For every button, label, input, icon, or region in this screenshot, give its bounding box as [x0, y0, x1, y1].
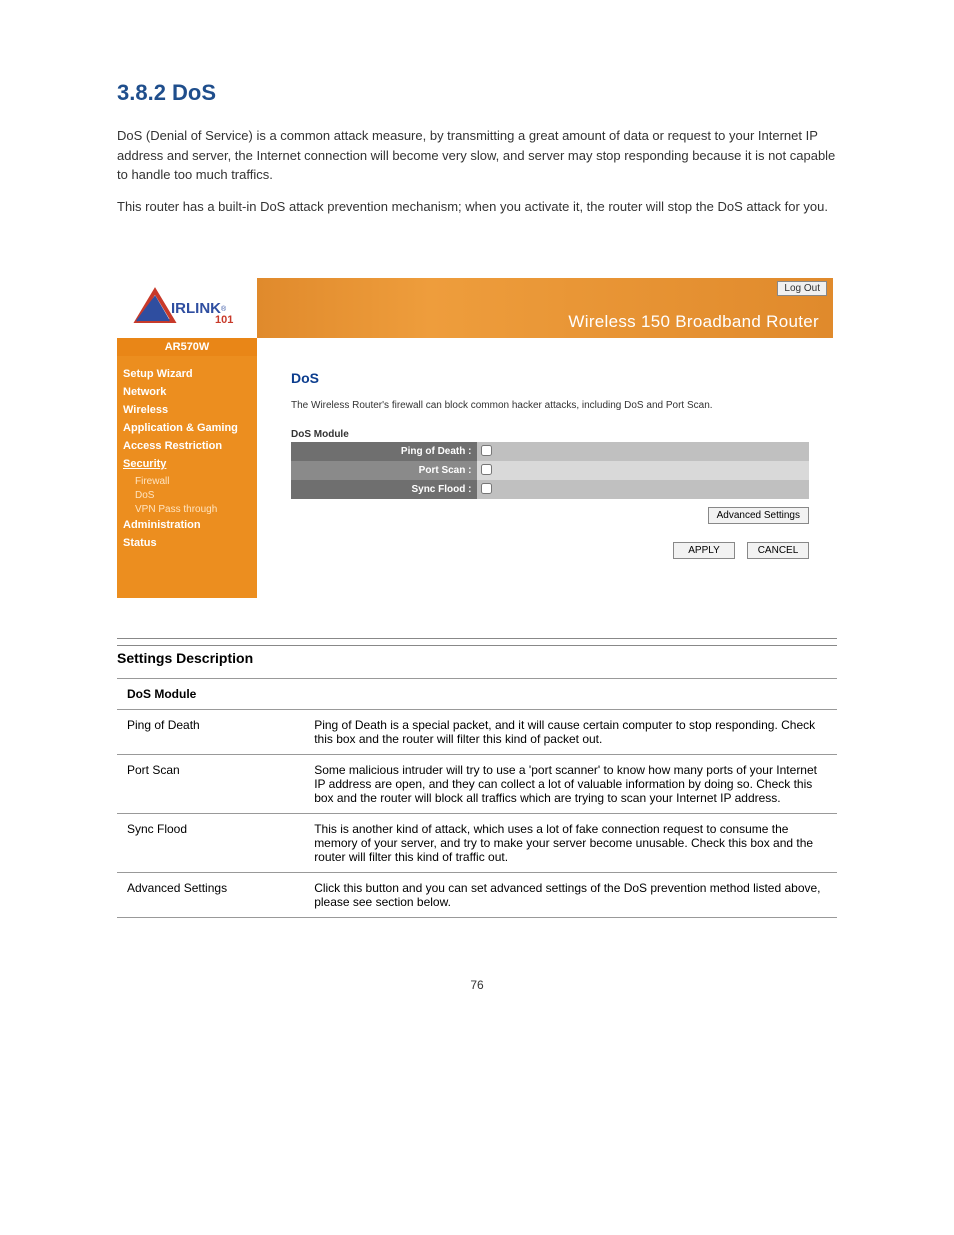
- nav-setup-wizard[interactable]: Setup Wizard: [123, 368, 251, 380]
- content-title: DoS: [291, 370, 809, 386]
- row-ping-label: Ping of Death :: [291, 442, 477, 461]
- nav-wireless[interactable]: Wireless: [123, 404, 251, 416]
- advanced-settings-button[interactable]: Advanced Settings: [708, 507, 809, 524]
- sync-flood-checkbox[interactable]: [481, 483, 492, 494]
- row-portscan-label: Port Scan :: [291, 461, 477, 480]
- svg-text:IRLINK: IRLINK: [171, 300, 221, 317]
- router-title: Wireless 150 Broadband Router: [568, 312, 819, 332]
- nav-administration[interactable]: Administration: [123, 519, 251, 531]
- doc-heading: 3.8.2 DoS: [117, 80, 837, 106]
- svg-text:®: ®: [221, 305, 227, 313]
- header-bar: Log Out Wireless 150 Broadband Router: [257, 278, 833, 338]
- airlink-logo-icon: IRLINK ® 101: [127, 283, 247, 333]
- router-screenshot: IRLINK ® 101 Log Out Wireless 150 Broadb…: [117, 278, 833, 598]
- th-module: DoS Module: [117, 679, 304, 710]
- row-syncflood-label: Sync Flood :: [291, 480, 477, 499]
- cell-adv-label: Advanced Settings: [117, 873, 304, 918]
- cell-adv-desc: Click this button and you can set advanc…: [304, 873, 837, 918]
- doc-intro-1: DoS (Denial of Service) is a common atta…: [117, 126, 837, 185]
- cancel-button[interactable]: CANCEL: [747, 542, 809, 559]
- nav-status[interactable]: Status: [123, 537, 251, 549]
- cell-syncflood-label: Sync Flood: [117, 814, 304, 873]
- cell-ping-desc: Ping of Death is a special packet, and i…: [304, 710, 837, 755]
- svg-text:101: 101: [215, 314, 233, 326]
- nav-access-restriction[interactable]: Access Restriction: [123, 440, 251, 452]
- doc-intro-2: This router has a built-in DoS attack pr…: [117, 197, 837, 217]
- page-number: 76: [117, 978, 837, 992]
- nav-security[interactable]: Security: [123, 458, 251, 470]
- nav-application-gaming[interactable]: Application & Gaming: [123, 422, 251, 434]
- logo-area: IRLINK ® 101: [117, 278, 257, 338]
- settings-heading: Settings Description: [117, 645, 837, 666]
- dos-settings-table: Ping of Death : Port Scan : Sync Flood :: [291, 442, 809, 499]
- cell-portscan-label: Port Scan: [117, 755, 304, 814]
- settings-description-table: DoS Module Ping of Death Ping of Death i…: [117, 678, 837, 918]
- subnav-dos[interactable]: DoS: [135, 490, 251, 501]
- module-label: DoS Module: [291, 429, 809, 440]
- port-scan-checkbox[interactable]: [481, 464, 492, 475]
- th-desc: [304, 679, 837, 710]
- cell-syncflood-desc: This is another kind of attack, which us…: [304, 814, 837, 873]
- model-badge: AR570W: [117, 338, 257, 356]
- content-desc: The Wireless Router's firewall can block…: [291, 400, 809, 411]
- sidebar: AR570W Setup Wizard Network Wireless App…: [117, 338, 257, 598]
- ping-of-death-checkbox[interactable]: [481, 445, 492, 456]
- nav-network[interactable]: Network: [123, 386, 251, 398]
- content-area: DoS The Wireless Router's firewall can b…: [257, 338, 833, 598]
- apply-button[interactable]: APPLY: [673, 542, 735, 559]
- logout-button[interactable]: Log Out: [777, 281, 827, 296]
- cell-ping-label: Ping of Death: [117, 710, 304, 755]
- subnav-vpn[interactable]: VPN Pass through: [135, 504, 251, 515]
- subnav-firewall[interactable]: Firewall: [135, 476, 251, 487]
- cell-portscan-desc: Some malicious intruder will try to use …: [304, 755, 837, 814]
